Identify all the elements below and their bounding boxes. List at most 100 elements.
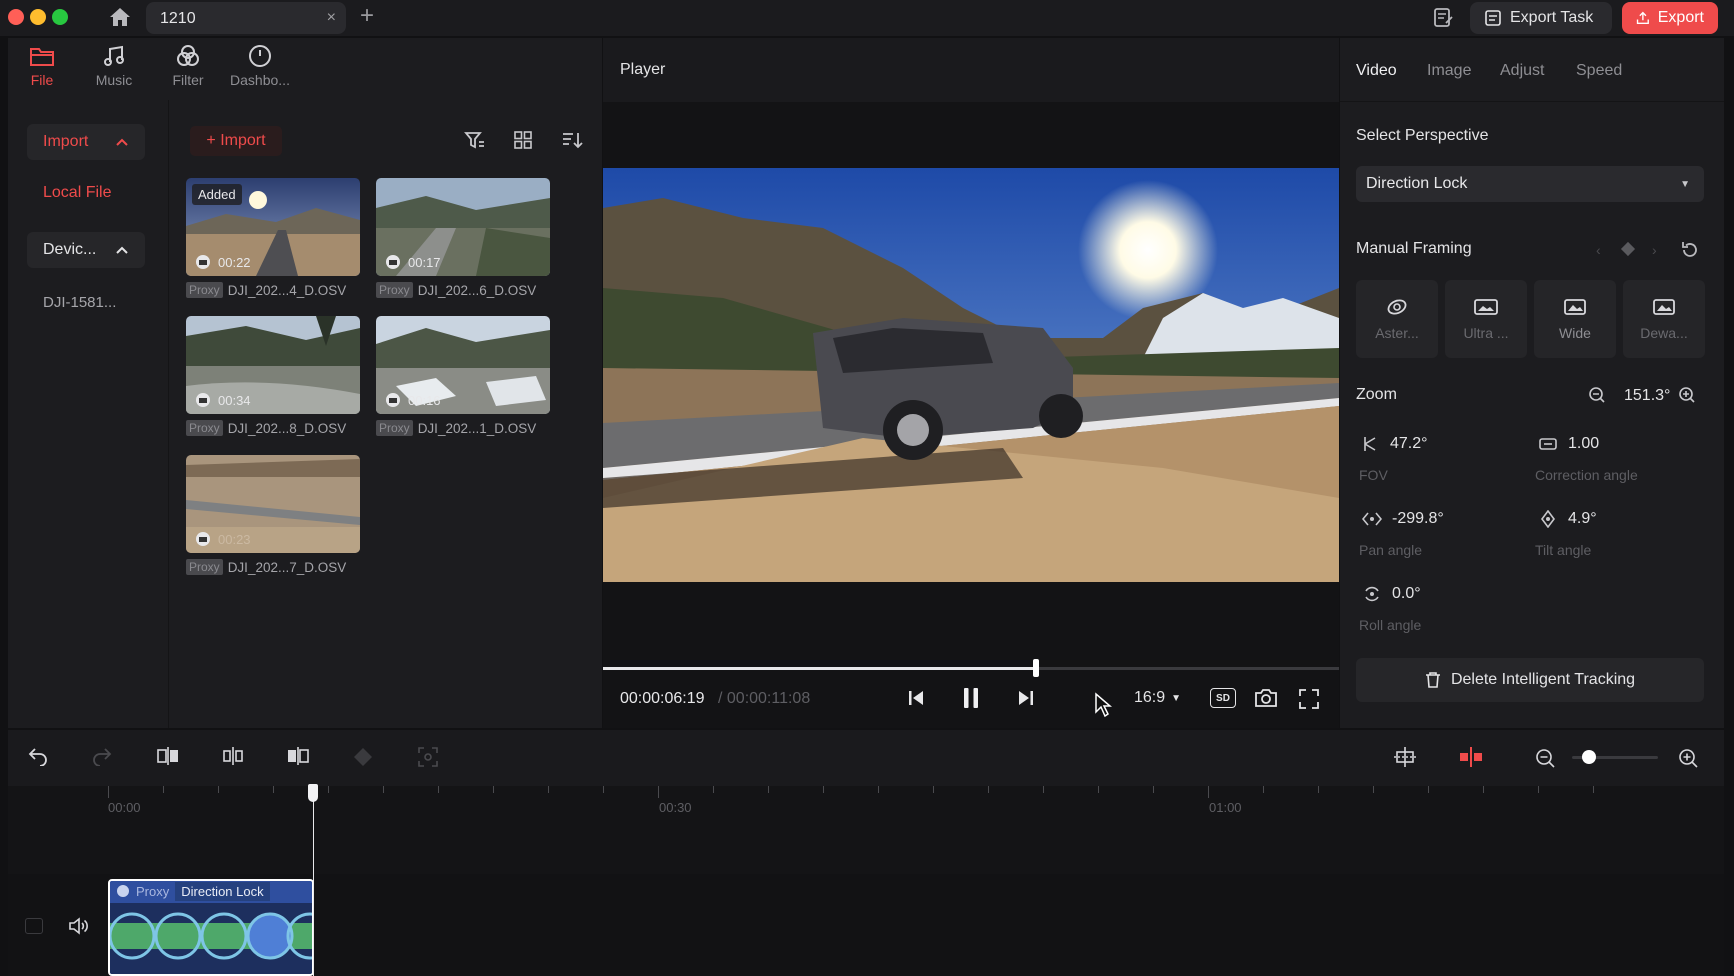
zoom-label: Zoom [1356, 386, 1397, 403]
keyframe-icon[interactable] [352, 746, 374, 768]
split-left-icon[interactable] [156, 746, 180, 766]
delete-tracking-button[interactable]: Delete Intelligent Tracking [1356, 658, 1704, 702]
filter-circles-icon [177, 45, 199, 66]
magnet-link-icon[interactable] [1458, 746, 1484, 768]
ruler-label: 00:30 [659, 800, 692, 815]
snap-icon[interactable] [1393, 746, 1417, 768]
close-window-button[interactable] [8, 9, 24, 25]
grid-view-icon[interactable] [513, 130, 533, 150]
clip-filename: Proxy DJI_202...7_D.OSV [186, 559, 346, 575]
device-item[interactable]: DJI-1581... [43, 294, 116, 311]
redo-icon[interactable] [91, 746, 113, 766]
export-button[interactable]: Export [1622, 2, 1718, 34]
minimize-window-button[interactable] [30, 9, 46, 25]
tilt-param[interactable]: 4.9° [1538, 510, 1597, 528]
chevron-left-icon[interactable]: ‹ [1596, 242, 1601, 258]
pause-icon[interactable] [960, 686, 982, 710]
clip-proxy-label: Proxy [136, 883, 170, 899]
track-visibility-icon[interactable] [25, 918, 43, 934]
tab-video[interactable]: Video [1356, 62, 1397, 80]
ruler-tick [1263, 786, 1264, 793]
media-thumbnail[interactable]: 00:23 [186, 455, 360, 553]
pan-param[interactable]: -299.8° [1362, 510, 1444, 528]
nav-dashboard[interactable]: Dashbo... [225, 44, 295, 100]
scrubber-track[interactable] [603, 667, 1339, 670]
nav-music-label: Music [95, 72, 133, 88]
timeline-zoom-in-icon[interactable] [1677, 747, 1699, 769]
caret-down-icon: ▼ [1171, 692, 1182, 704]
aspect-ratio-value: 16:9 [1134, 689, 1166, 706]
undo-icon[interactable] [27, 746, 49, 766]
zoom-out-icon[interactable] [1588, 386, 1606, 404]
perspective-select[interactable]: Direction Lock ▼ [1356, 166, 1704, 202]
ruler-tick [1208, 786, 1209, 798]
split-right-icon[interactable] [286, 746, 310, 766]
snapshot-camera-icon[interactable] [1254, 687, 1278, 709]
roll-param[interactable]: 0.0° [1362, 585, 1421, 603]
ruler-tick [768, 786, 769, 793]
import-section-toggle[interactable]: Import [27, 124, 145, 160]
clip-duration: 00:22 [194, 254, 251, 270]
nav-filter[interactable]: Filter [153, 44, 223, 100]
correction-param[interactable]: 1.00 [1538, 435, 1599, 453]
zoom-in-icon[interactable] [1678, 386, 1696, 404]
ruler-tick [328, 786, 329, 793]
media-thumbnail[interactable]: Added 00:22 [186, 178, 360, 276]
ruler-tick [1318, 786, 1319, 793]
quality-toggle[interactable]: SD [1210, 688, 1236, 708]
playhead-handle[interactable] [307, 784, 318, 802]
notes-icon[interactable] [1432, 7, 1454, 29]
chevron-right-icon[interactable]: › [1652, 242, 1657, 258]
ruler-tick [1593, 786, 1594, 793]
sort-icon[interactable] [561, 130, 583, 150]
import-media-button[interactable]: + Import [190, 126, 282, 156]
media-thumbnail[interactable]: 00:34 [186, 316, 360, 414]
tab-speed[interactable]: Speed [1576, 62, 1622, 80]
nav-file[interactable]: File [7, 44, 77, 100]
video-camera-icon [196, 393, 210, 407]
zoom-value[interactable]: 151.3° [1624, 387, 1670, 405]
clip-duration: 00:17 [384, 254, 441, 270]
filter-icon[interactable] [464, 130, 486, 150]
fov-label: FOV [1359, 467, 1388, 483]
media-thumbnail[interactable]: 00:17 [376, 178, 550, 276]
volume-icon[interactable] [68, 916, 90, 936]
framing-asteroid-button[interactable]: Aster... [1356, 280, 1438, 358]
tab-adjust[interactable]: Adjust [1500, 62, 1544, 80]
next-icon[interactable] [1016, 688, 1036, 708]
timeline-ruler[interactable] [8, 786, 1724, 874]
trash-icon [1425, 672, 1440, 688]
new-tab-button[interactable]: + [360, 2, 374, 30]
split-icon[interactable] [221, 746, 245, 766]
video-preview[interactable] [603, 168, 1339, 582]
framing-wide-button[interactable]: Wide [1534, 280, 1616, 358]
ruler-tick [1043, 786, 1044, 793]
tab-image[interactable]: Image [1427, 62, 1471, 80]
close-tab-icon[interactable]: × [327, 9, 336, 27]
music-note-icon [104, 45, 124, 66]
nav-music[interactable]: Music [79, 44, 149, 100]
tilt-label: Tilt angle [1535, 542, 1592, 558]
maximize-window-button[interactable] [52, 9, 68, 25]
aspect-ratio-dropdown[interactable]: 16:9 ▼ [1134, 689, 1181, 707]
project-tab[interactable]: 1210 × [146, 2, 346, 34]
tracking-target-icon[interactable] [417, 746, 439, 768]
previous-icon[interactable] [906, 688, 926, 708]
media-thumbnail[interactable]: 00:16 [376, 316, 550, 414]
device-section-toggle[interactable]: Devic... [27, 232, 145, 268]
timeline-clip[interactable]: Proxy Direction Lock [108, 879, 314, 976]
framing-ultra-wide-button[interactable]: Ultra ... [1445, 280, 1527, 358]
local-file-item[interactable]: Local File [43, 184, 111, 202]
timeline-zoom-out-icon[interactable] [1534, 747, 1556, 769]
fov-param[interactable]: 47.2° [1362, 435, 1428, 453]
reset-icon[interactable] [1680, 240, 1700, 260]
ultra-wide-icon [1474, 299, 1498, 315]
fullscreen-icon[interactable] [1298, 688, 1320, 710]
home-icon[interactable] [108, 6, 132, 28]
ruler-tick [273, 786, 274, 793]
ruler-tick [1538, 786, 1539, 793]
export-task-button[interactable]: Export Task [1470, 2, 1612, 34]
playhead-line [312, 792, 314, 976]
scrubber-handle[interactable] [1032, 659, 1039, 677]
framing-dewarp-button[interactable]: Dewa... [1623, 280, 1705, 358]
